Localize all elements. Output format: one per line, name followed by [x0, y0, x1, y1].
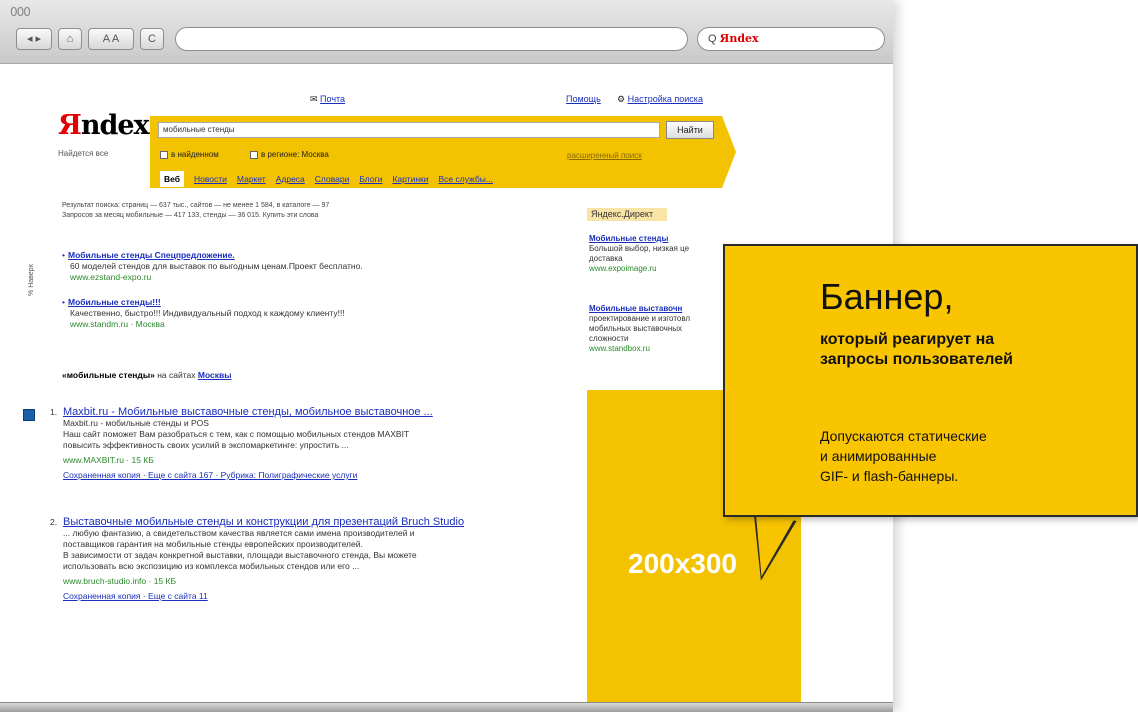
search-engine-label: Яndex: [719, 32, 759, 45]
checkbox-region[interactable]: в регионе: Москва: [250, 150, 329, 159]
site-favicon-icon: [23, 409, 35, 421]
tab-all-services[interactable]: Все службы...: [438, 174, 492, 184]
mail-icon: ✉: [310, 94, 321, 104]
find-button[interactable]: Найти: [666, 121, 714, 139]
regional-query: «мобильные стенды»: [62, 370, 155, 380]
direct-ad-title[interactable]: Мобильные выставочн: [589, 304, 729, 314]
callout-body-line: Допускаются статические: [820, 428, 987, 444]
ad-url[interactable]: www.ezstand-expo.ru: [62, 272, 363, 283]
browser-toolbar: 000 ◂ ▸ ⌂ A A C Q Яndex: [0, 0, 893, 64]
tab-images[interactable]: Картинки: [392, 174, 428, 184]
ad-title[interactable]: Мобильные стенды!!!: [68, 297, 161, 307]
callout-title: Баннер,: [820, 276, 954, 317]
banner-size-label: 200x300: [628, 548, 738, 579]
callout-body-line: GIF- и flash-баннеры.: [820, 468, 959, 484]
stats-line: Результат поиска: страниц — 637 тыс., са…: [62, 202, 330, 209]
direct-ad: Мобильные выставочн проектирование и изг…: [589, 304, 729, 354]
result-snippet: Наш сайт поможет Вам разобраться с тем, …: [63, 429, 410, 439]
callout-subtitle-line: который реагирует на: [820, 331, 995, 348]
logo-tagline: Найдется все: [58, 149, 109, 158]
stats-line: Запросов за месяц мобильные — 417 133, с…: [62, 212, 319, 219]
mail-link[interactable]: Почта: [320, 94, 345, 104]
address-bar[interactable]: [175, 27, 688, 51]
settings-link[interactable]: Настройка поиска: [628, 94, 703, 104]
logo-rest: ndex: [80, 110, 150, 141]
result-title-link[interactable]: Maxbit.ru - Мобильные выставочные стенды…: [63, 406, 433, 418]
checkbox-icon[interactable]: [250, 150, 258, 159]
regional-middle: на сайтах: [157, 370, 196, 380]
result-title-link[interactable]: Выставочные мобильные стенды и конструкц…: [63, 516, 464, 528]
back-forward-button[interactable]: ◂ ▸: [16, 28, 52, 50]
help-link[interactable]: Помощь: [566, 94, 601, 104]
result-snippet: В зависимости от задач конкретной выстав…: [63, 550, 417, 560]
checkbox-in-found[interactable]: в найденном: [160, 150, 219, 159]
browser-statusbar: [0, 702, 893, 712]
search-stats: Результат поиска: страниц — 637 тыс., са…: [62, 201, 329, 221]
result-sublinks[interactable]: Сохраненная копия · Еще с сайта 11: [50, 591, 520, 602]
tab-addresses[interactable]: Адреса: [276, 174, 305, 184]
tab-dictionaries[interactable]: Словари: [315, 174, 350, 184]
advanced-search-link[interactable]: расширенный поиск: [567, 151, 642, 160]
regional-city-link[interactable]: Москвы: [198, 370, 232, 380]
ad-item: Мобильные стенды!!! Качественно, быстро!…: [62, 297, 345, 330]
settings-link-wrap: ⚙ Настройка поиска: [617, 94, 703, 105]
ad-desc: Качественно, быстро!!! Индивидуальный по…: [70, 308, 345, 318]
info-callout: Баннер, который реагирует на запросы пол…: [723, 244, 1138, 517]
yandex-logo[interactable]: Яndex: [58, 110, 150, 141]
direct-ad-text: доставка: [589, 254, 623, 263]
services-tabs: Веб Новости Маркет Адреса Словари Блоги …: [150, 170, 493, 188]
search-icon: Q: [708, 33, 717, 45]
gear-icon: ⚙: [617, 94, 626, 104]
direct-ad-text: проектирование и изготовл: [589, 314, 691, 323]
tab-blogs[interactable]: Блоги: [359, 174, 382, 184]
result-sublinks[interactable]: Сохраненная копия · Еще с сайта 167 · Ру…: [50, 470, 520, 481]
result-url[interactable]: www.bruch-studio.info · 15 КБ: [50, 576, 520, 587]
checkbox-label: в найденном: [171, 150, 219, 159]
direct-ad-url[interactable]: www.standbox.ru: [589, 344, 729, 354]
ad-url[interactable]: www.standm.ru · Москва: [62, 319, 345, 330]
tab-news[interactable]: Новости: [194, 174, 227, 184]
direct-ad: Мобильные стенды Большой выбор, низкая ц…: [589, 234, 729, 274]
result-snippet: использовать всю экспозицию из комплекса…: [63, 561, 360, 571]
direct-ad-text: Большой выбор, низкая це: [589, 244, 690, 253]
result-url[interactable]: www.MAXBIT.ru · 15 КБ: [50, 455, 520, 466]
tab-market[interactable]: Маркет: [237, 174, 266, 184]
search-result: 1. Maxbit.ru - Мобильные выставочные стен…: [23, 406, 520, 481]
ad-title[interactable]: Мобильные стенды Спецпредложение.: [68, 250, 235, 260]
stage: 000 ◂ ▸ ⌂ A A C Q Яndex ✉ Почта Помощь ⚙…: [0, 0, 1138, 712]
result-snippet: ... любую фантазию, а свидетельством кач…: [63, 528, 415, 538]
scroll-to-top-link[interactable]: % Наверх: [28, 264, 35, 296]
mail-link-wrap: ✉ Почта: [310, 94, 345, 105]
regional-results-line: «мобильные стенды» на сайтах Москвы: [62, 370, 232, 380]
reload-icon[interactable]: C: [140, 28, 164, 50]
checkbox-label: в регионе: Москва: [261, 150, 329, 159]
search-result: 2. Выставочные мобильные стенды и констру…: [50, 517, 520, 602]
checkbox-icon[interactable]: [160, 150, 168, 159]
direct-ad-text: сложности: [589, 334, 629, 343]
help-link-text[interactable]: Помощь: [566, 94, 601, 104]
callout-body-line: и анимированные: [820, 448, 937, 464]
result-snippet: поставщиков гарантия на мобильные стенды…: [63, 539, 363, 549]
home-icon[interactable]: ⌂: [58, 28, 82, 50]
search-input[interactable]: мобильные стенды: [158, 122, 660, 138]
ad-desc: 60 моделей стендов для выставок по выгод…: [70, 261, 363, 271]
result-snippet: повысить эффективность своих усилий в эк…: [63, 440, 349, 450]
callout-body: Допускаются статические и анимированные …: [820, 426, 987, 486]
callout-subtitle-line: запросы пользователей: [820, 351, 1013, 368]
browser-search-field[interactable]: Q Яndex: [697, 27, 885, 51]
direct-header[interactable]: Яндекс.Директ: [587, 208, 667, 221]
ad-item: Мобильные стенды Спецпредложение. 60 мод…: [62, 250, 363, 283]
direct-ad-url[interactable]: www.expoimage.ru: [589, 264, 729, 274]
logo-letter: Я: [58, 110, 82, 141]
direct-ad-title[interactable]: Мобильные стенды: [589, 234, 729, 244]
text-size-button[interactable]: A A: [88, 28, 134, 50]
window-controls[interactable]: 000: [10, 5, 31, 19]
direct-ad-text: мобильных выставочных: [589, 324, 683, 333]
tab-web[interactable]: Веб: [160, 171, 185, 187]
search-panel-arrow: [722, 116, 736, 188]
result-number: 2.: [50, 517, 58, 527]
result-snippet: Maxbit.ru - мобильные стенды и POS: [63, 418, 209, 428]
callout-subtitle: который реагирует на запросы пользовател…: [820, 330, 1013, 370]
result-number: 1.: [50, 407, 58, 417]
